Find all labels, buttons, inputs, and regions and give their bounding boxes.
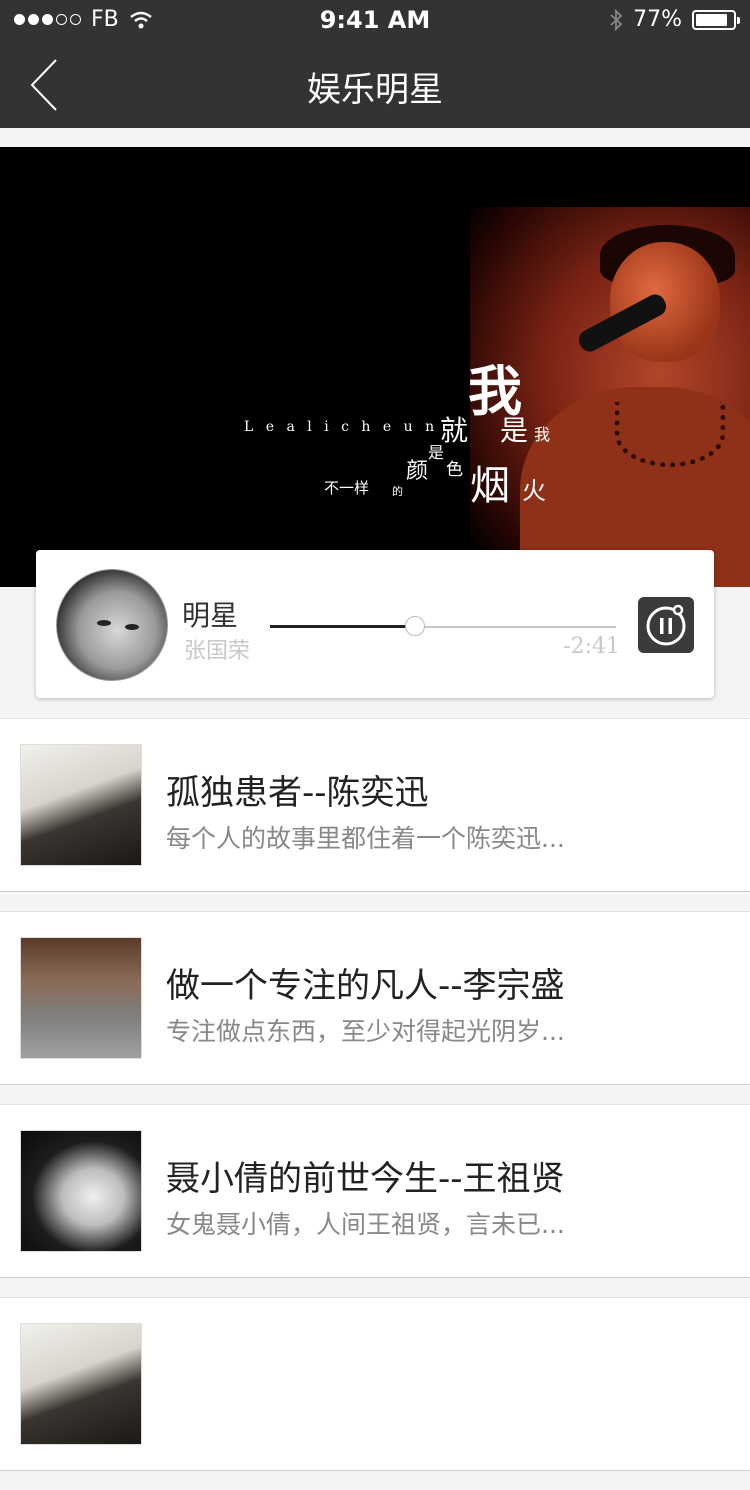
list-item[interactable]: 聂小倩的前世今生--王祖贤 女鬼聂小倩，人间王祖贤，言未已...: [0, 1104, 750, 1278]
article-description: 每个人的故事里都住着一个陈奕迅...: [166, 824, 565, 853]
progress-slider[interactable]: [270, 616, 616, 636]
pause-button[interactable]: [638, 597, 694, 653]
progress-knob[interactable]: [405, 616, 426, 636]
article-title: 聂小倩的前世今生--王祖贤: [166, 1159, 565, 1199]
lyric-huo: 火: [522, 477, 546, 505]
lyric-latin: L e a l i c h e u n: [244, 419, 439, 435]
track-artist: 张国荣: [184, 639, 251, 664]
article-thumbnail: [20, 1130, 142, 1252]
article-list: 孤独患者--陈奕迅 每个人的故事里都住着一个陈奕迅... 做一个专注的凡人--李…: [0, 718, 750, 1490]
page-title: 娱乐明星: [307, 70, 443, 110]
lyric-de: 的: [392, 485, 403, 498]
article-thumbnail: [20, 744, 142, 866]
time-remaining: -2:41: [563, 634, 620, 659]
artist-avatar: [56, 569, 168, 681]
lyric-shi-small: 是: [428, 443, 445, 462]
lyric-yan: 颜: [406, 459, 429, 484]
track-title: 明星: [182, 599, 239, 632]
list-item[interactable]: 孤独患者--陈奕迅 每个人的故事里都住着一个陈奕迅...: [0, 718, 750, 892]
lyric-shi: 是: [500, 414, 529, 447]
lyric-yan2: 烟: [470, 463, 510, 509]
battery-icon: [692, 9, 740, 30]
status-bar: FB 9:41 AM 77%: [0, 0, 750, 42]
progress-fill: [270, 625, 416, 628]
article-thumbnail: [20, 937, 142, 1059]
music-player-card[interactable]: 明星 张国荣 -2:41: [36, 550, 714, 698]
lyric-wo-small: 我: [534, 425, 551, 444]
article-title: 做一个专注的凡人--李宗盛: [166, 966, 565, 1006]
lyric-jiu: 就: [440, 414, 469, 447]
status-right: 77%: [609, 7, 740, 32]
list-item-partial[interactable]: [0, 1297, 750, 1471]
top-bar: FB 9:41 AM 77% 娱乐明星: [0, 0, 750, 128]
banner-image[interactable]: 我 就 是 我 L e a l i c h e u n 是 颜 色 烟 火 不一…: [0, 147, 750, 587]
bluetooth-icon: [610, 8, 623, 31]
list-item[interactable]: 做一个专注的凡人--李宗盛 专注做点东西，至少对得起光阴岁...: [0, 911, 750, 1085]
lyric-se: 色: [446, 460, 463, 480]
article-description: 专注做点东西，至少对得起光阴岁...: [166, 1017, 565, 1046]
article-description: 女鬼聂小倩，人间王祖贤，言未已...: [166, 1210, 565, 1239]
article-title: 孤独患者--陈奕迅: [166, 773, 429, 813]
necklace: [615, 402, 725, 467]
article-thumbnail: [20, 1323, 142, 1445]
lyric-buyiyang: 不一样: [324, 479, 370, 497]
battery-percent: 77%: [633, 7, 682, 32]
